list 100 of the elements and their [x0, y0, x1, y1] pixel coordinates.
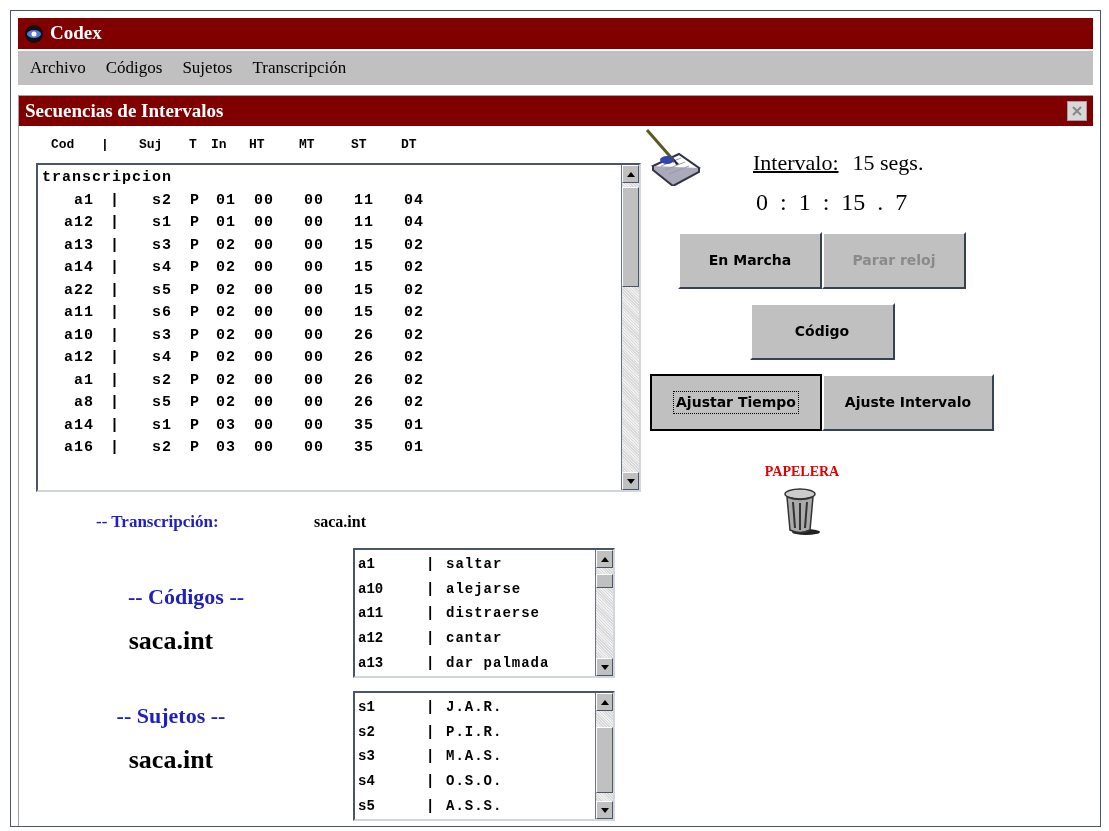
down-arrow-icon [600, 807, 609, 813]
scroll-down-button[interactable] [596, 658, 613, 676]
list-item-code[interactable]: s1 [358, 696, 426, 718]
table-cell-text: 00 [304, 235, 325, 256]
table-cell-text: 00 [304, 258, 325, 278]
menu-item[interactable]: Códigos [105, 55, 163, 81]
clock-display: 0 : 1 : 15 . 7 [756, 188, 909, 217]
scrollbar[interactable] [621, 165, 639, 490]
table-cell-text: P [190, 325, 201, 346]
list-item-code[interactable]: a1 [358, 553, 426, 575]
list-item-text[interactable]: P.I.R. [446, 721, 503, 743]
list-item-text[interactable]: alejarse [446, 578, 522, 600]
scroll-down-button[interactable] [596, 801, 613, 819]
table-cell-text: | [109, 438, 120, 458]
column-header: Cod [51, 135, 76, 154]
menu-item[interactable]: Archivo [30, 55, 86, 81]
list-item-code[interactable]: s2 [358, 721, 426, 743]
list-item-code[interactable]: a13 [358, 653, 426, 675]
table-cell-text: 02 [404, 303, 425, 323]
table-cell-text: 01 [404, 415, 425, 436]
table-cell-text: 04 [404, 213, 425, 233]
scrollbar[interactable] [595, 693, 613, 819]
table-cell-text: 00 [304, 415, 325, 436]
table-cell-text: 00 [304, 325, 325, 346]
list-item-code[interactable]: a12 [358, 628, 426, 650]
table-cell-text: a1 [73, 370, 94, 391]
table-cell-text: 03 [216, 415, 237, 436]
table-cell-text: 02 [216, 393, 237, 413]
interval-value: 15 segs. [852, 149, 924, 177]
table-cell-text: 00 [254, 348, 275, 368]
table-cell-text: 00 [254, 190, 275, 211]
scroll-up-button[interactable] [596, 693, 613, 711]
push-button[interactable]: Código [749, 303, 895, 360]
dialog-title: Secuencias de Intervalos [25, 98, 224, 123]
table-cell-text: 15 [354, 280, 375, 301]
table-cell-text: 00 [304, 370, 325, 391]
trash-can-icon[interactable] [782, 488, 822, 536]
list-item-text[interactable]: J.A.R. [446, 696, 503, 718]
table-cell-text: 02 [404, 325, 425, 346]
scroll-up-button[interactable] [622, 165, 639, 183]
table-cell-text: 00 [304, 280, 325, 301]
list-item-code[interactable]: s3 [358, 746, 426, 768]
list-item-code[interactable]: s5 [358, 796, 426, 818]
list-item-code[interactable]: s4 [358, 771, 426, 793]
list-item-text[interactable]: cantar [446, 628, 503, 650]
scroll-down-button[interactable] [622, 472, 639, 490]
table-cell-text: | [109, 213, 120, 233]
menu-item[interactable]: Transcripción [252, 55, 347, 81]
table-cell-text: P [190, 348, 201, 368]
column-header: HT [249, 135, 266, 154]
table-cell-text: 02 [216, 280, 237, 301]
codes-label: -- Códigos -- [127, 583, 245, 611]
table-cell-text: 15 [354, 303, 375, 323]
table-cell-text: a12 [63, 213, 94, 233]
separator-text: | [426, 697, 436, 717]
table-cell-text: s4 [152, 348, 173, 368]
scroll-thumb[interactable] [596, 727, 613, 793]
scrollbar[interactable] [595, 550, 613, 676]
table-cell-text: 02 [216, 325, 237, 346]
push-button[interactable]: Ajustar Tiempo [650, 374, 822, 431]
list-item-text[interactable]: A.S.S. [446, 796, 503, 818]
list-item-text[interactable]: distraerse [446, 603, 540, 625]
eye-icon [24, 23, 44, 44]
list-item-text[interactable]: saltar [446, 553, 503, 575]
separator-text: | [426, 747, 436, 767]
table-cell-text: 35 [354, 415, 375, 436]
menu-item[interactable]: Sujetos [182, 55, 233, 81]
table-cell-text: s3 [152, 325, 173, 346]
table-cell-text: P [190, 280, 201, 301]
table-cell-text: | [109, 258, 120, 278]
separator-text: | [426, 654, 436, 674]
table-cell-text: 35 [354, 438, 375, 458]
table-cell-text: 26 [354, 348, 375, 368]
list-item-code[interactable]: a10 [358, 578, 426, 600]
scroll-thumb[interactable] [596, 574, 613, 588]
sequence-list-box[interactable] [36, 163, 641, 492]
table-cell-text: | [109, 190, 120, 211]
table-cell-text: 26 [354, 370, 375, 391]
table-cell-text: 00 [304, 190, 325, 211]
table-cell-text: a14 [63, 258, 94, 278]
list-item-text[interactable]: O.S.O. [446, 771, 503, 793]
separator-text: | [426, 579, 436, 599]
scroll-thumb[interactable] [622, 187, 639, 287]
table-cell-text: 15 [354, 235, 375, 256]
list-item-code[interactable]: a11 [358, 603, 426, 625]
window-title: Codex [50, 21, 102, 46]
table-cell-text: P [190, 213, 201, 233]
push-button[interactable]: Ajuste Intervalo [822, 374, 994, 431]
push-button[interactable]: En Marcha [678, 232, 822, 289]
list-box[interactable]: s1 | J.A.R. s2 | P.I.R. s3 | M.A.S. s4 | O.S.O. s5 | A.S.S. [353, 691, 615, 821]
table-cell-text: 00 [304, 438, 325, 458]
up-arrow-icon [600, 556, 609, 562]
group-row[interactable]: transcripcion [42, 167, 173, 190]
table-cell-text: a8 [73, 393, 94, 413]
table-cell-text: 26 [354, 393, 375, 413]
scroll-up-button[interactable] [596, 550, 613, 568]
list-item-text[interactable]: M.A.S. [446, 746, 503, 768]
list-box[interactable]: a1 | saltar a10 | alejarse a11 | distraerse a12 | cantar a13 | dar palmada [353, 548, 615, 678]
list-item-text[interactable]: dar palmada [446, 653, 550, 675]
table-cell-text: 02 [216, 348, 237, 368]
